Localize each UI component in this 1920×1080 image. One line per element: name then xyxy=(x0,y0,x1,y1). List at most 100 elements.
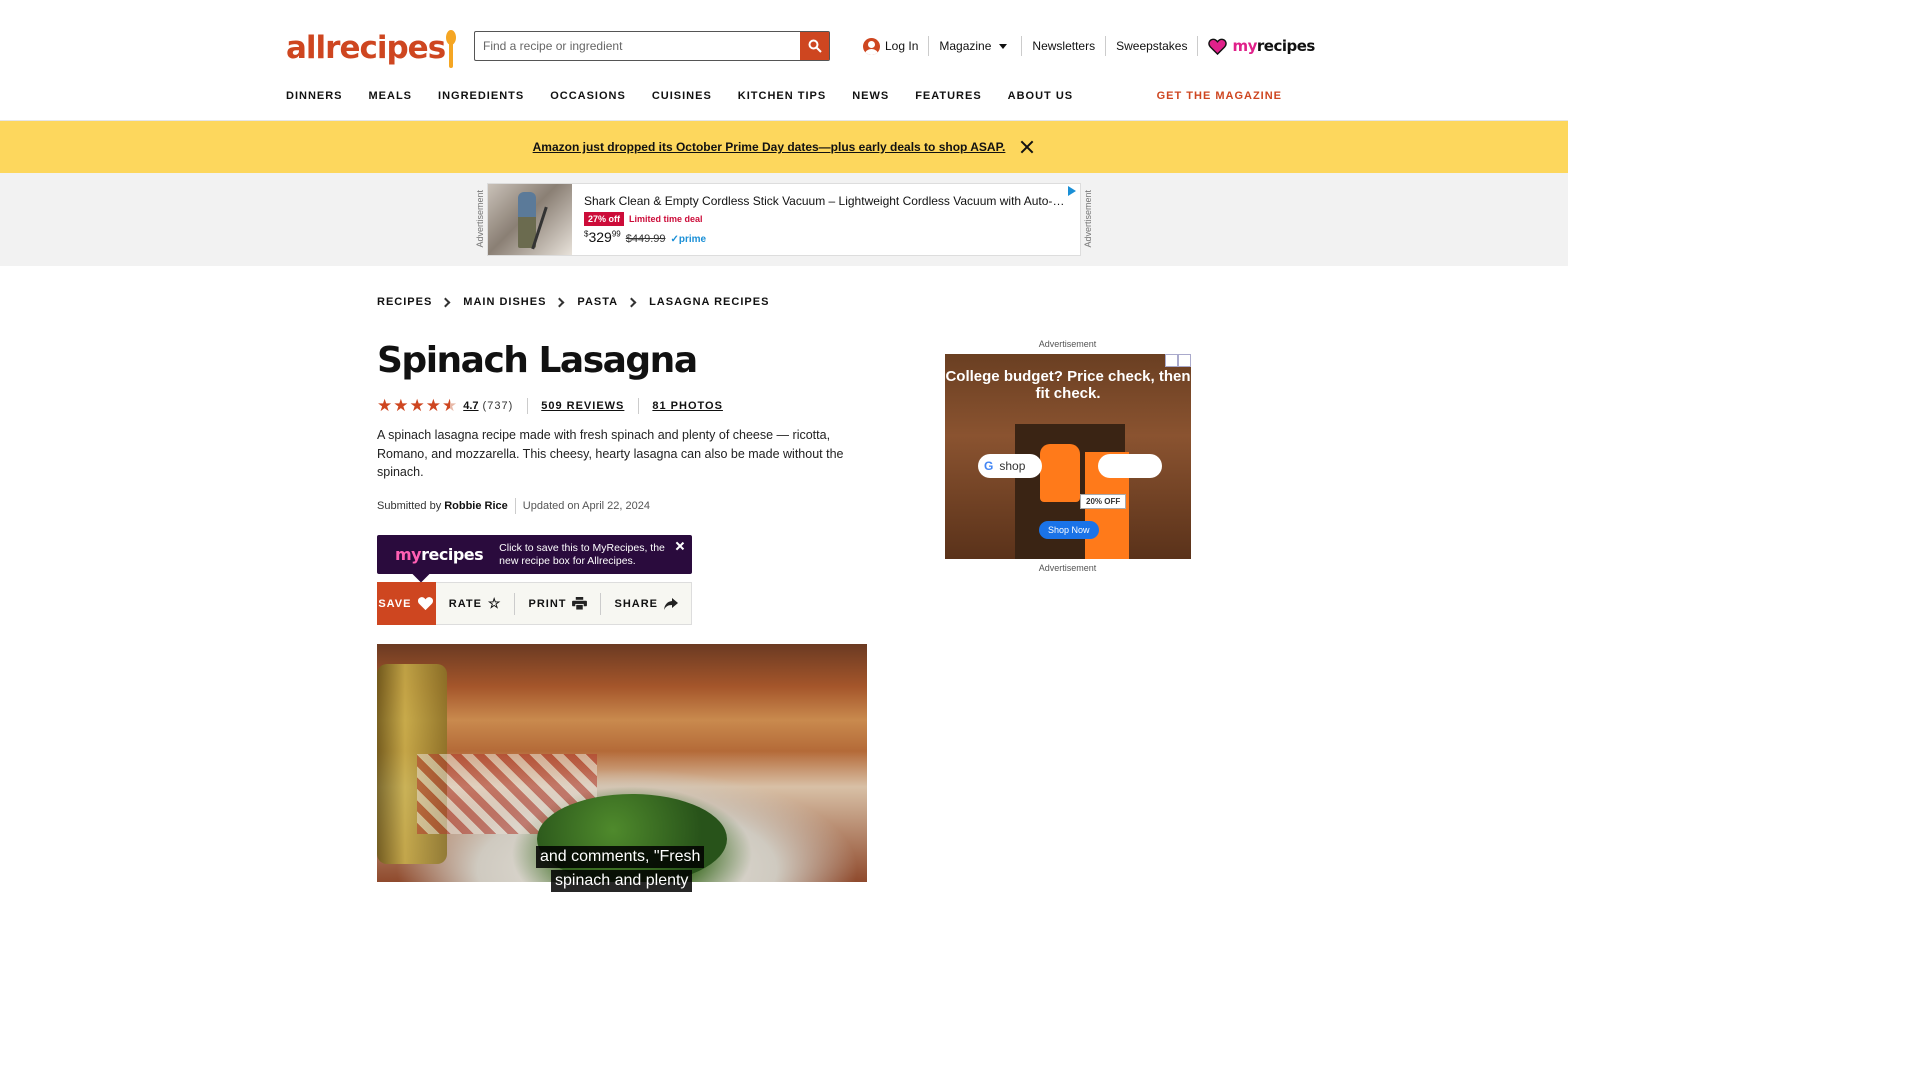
breadcrumb-main-dishes[interactable]: MAIN DISHES xyxy=(463,296,546,308)
nav-cuisines[interactable]: CUISINES xyxy=(652,90,712,102)
newsletters-label: Newsletters xyxy=(1032,39,1096,53)
login-label: Log In xyxy=(885,39,919,53)
photos-link[interactable]: 81 PHOTOS xyxy=(652,400,723,412)
printer-icon xyxy=(572,597,588,610)
author-link[interactable]: Robbie Rice xyxy=(444,500,508,512)
breadcrumb-lasagna-recipes[interactable]: LASAGNA RECIPES xyxy=(649,296,769,308)
sweepstakes-label: Sweepstakes xyxy=(1116,39,1188,53)
heart-icon xyxy=(1208,38,1228,55)
sports-top-image xyxy=(1040,444,1080,502)
close-icon[interactable] xyxy=(675,541,685,551)
magazine-menu[interactable]: Magazine xyxy=(928,36,1017,56)
reviews-link[interactable]: 509 REVIEWS xyxy=(541,400,624,412)
myrecipes-wordmark: myrecipes xyxy=(1232,37,1315,55)
ad-choices-icon[interactable] xyxy=(1068,186,1076,196)
ad-title: Shark Clean & Empty Cordless Stick Vacuu… xyxy=(584,194,1068,208)
get-magazine-link[interactable]: GET THE MAGAZINE xyxy=(1157,90,1282,102)
breadcrumb-pasta[interactable]: PASTA xyxy=(577,296,618,308)
side-ad[interactable]: College budget? Price check, then fit ch… xyxy=(945,354,1191,559)
nav-occasions[interactable]: OCCASIONS xyxy=(550,90,626,102)
breadcrumb: RECIPES MAIN DISHES PASTA LASAGNA RECIPE… xyxy=(377,296,769,308)
lens-pill xyxy=(1098,454,1162,478)
nav-dinners[interactable]: DINNERS xyxy=(286,90,343,102)
logo-text: allrecipes xyxy=(286,30,446,66)
star-icon: ★ xyxy=(377,396,393,415)
share-label: SHARE xyxy=(614,597,658,610)
ad-choices-icon[interactable] xyxy=(1165,354,1191,367)
magazine-label: Magazine xyxy=(939,39,992,53)
ad-price: $32999 $449.99 ✓prime xyxy=(584,229,707,245)
search-button[interactable] xyxy=(800,32,829,60)
recipe-description: A spinach lasagna recipe made with fresh… xyxy=(377,428,844,479)
star-half-icon: ★ xyxy=(442,396,458,415)
chevron-right-icon xyxy=(440,297,451,307)
spoon-icon xyxy=(445,30,457,68)
nav-kitchen-tips[interactable]: KITCHEN TIPS xyxy=(738,90,826,102)
page-title: Spinach Lasagna xyxy=(377,340,698,381)
side-ad-label-bottom: Advertisement xyxy=(1038,563,1097,573)
rate-button[interactable]: RATE ☆ xyxy=(436,593,515,615)
heart-icon xyxy=(418,597,434,611)
ad-deal-label: Limited time deal xyxy=(629,214,703,224)
promo-banner: Amazon just dropped its October Prime Da… xyxy=(0,121,1568,173)
login-link[interactable]: Log In xyxy=(863,36,928,56)
nav-meals[interactable]: MEALS xyxy=(369,90,413,102)
divider xyxy=(638,398,640,414)
search-icon xyxy=(808,39,822,53)
shop-now-button[interactable]: Shop Now xyxy=(1039,521,1099,539)
nav-ingredients[interactable]: INGREDIENTS xyxy=(438,90,524,102)
star-icon: ★ xyxy=(409,396,425,415)
myrecipes-tooltip: myrecipes Click to save this to MyRecipe… xyxy=(377,535,692,574)
video-caption-line-2: spinach and plenty xyxy=(551,870,693,892)
print-button[interactable]: PRINT xyxy=(514,592,600,615)
side-ad-label-top: Advertisement xyxy=(1038,339,1097,349)
sweepstakes-link[interactable]: Sweepstakes xyxy=(1105,36,1197,56)
star-outline-icon: ☆ xyxy=(487,595,502,611)
caret-down-icon xyxy=(999,43,1008,49)
nav-news[interactable]: NEWS xyxy=(852,90,889,102)
banner-link[interactable]: Amazon just dropped its October Prime Da… xyxy=(533,140,1006,154)
newsletters-link[interactable]: Newsletters xyxy=(1021,36,1105,56)
share-button[interactable]: SHARE xyxy=(600,592,691,615)
discount-tag: 20% OFF xyxy=(1080,494,1127,509)
spinach-image xyxy=(537,794,727,882)
breadcrumb-recipes[interactable]: RECIPES xyxy=(377,296,432,308)
ad-label-left: Advertisement xyxy=(475,190,485,248)
updated-date: Updated on April 22, 2024 xyxy=(522,500,650,512)
close-icon[interactable] xyxy=(1019,139,1035,155)
ad-product-image xyxy=(488,184,572,255)
search-input[interactable] xyxy=(475,32,800,60)
chevron-right-icon xyxy=(554,297,565,307)
share-arrow-icon xyxy=(664,597,678,610)
nav-about-us[interactable]: ABOUT US xyxy=(1008,90,1073,102)
save-button[interactable]: SAVE xyxy=(377,582,436,625)
rating-stars[interactable]: ★ ★ ★ ★ ★ xyxy=(377,396,457,416)
google-icon: G xyxy=(984,459,994,473)
top-ad[interactable]: Shark Clean & Empty Cordless Stick Vacuu… xyxy=(487,183,1081,256)
recipe-actions: SAVE RATE ☆ PRINT SHARE xyxy=(377,582,692,625)
byline: Submitted by Robbie Rice Updated on Apri… xyxy=(377,498,650,514)
save-label: SAVE xyxy=(378,597,412,610)
user-icon xyxy=(863,37,880,55)
myrecipes-message: Click to save this to MyRecipes, the new… xyxy=(499,541,665,567)
rate-label: RATE xyxy=(448,597,482,610)
rating-value[interactable]: 4.7 xyxy=(463,400,478,412)
site-header: allrecipes Log In Magazine Newsletters S… xyxy=(0,0,1568,121)
rating-count: (737) xyxy=(482,400,514,412)
divider xyxy=(527,398,529,414)
search-bar xyxy=(474,31,830,61)
side-ad-headline: College budget? Price check, then fit ch… xyxy=(945,368,1191,402)
myrecipes-link[interactable]: myrecipes xyxy=(1197,36,1324,56)
divider xyxy=(514,498,516,514)
allrecipes-logo[interactable]: allrecipes xyxy=(286,24,457,68)
myrecipes-logo: myrecipes xyxy=(395,545,484,564)
star-icon: ★ xyxy=(393,396,409,415)
main-nav: DINNERS MEALS INGREDIENTS OCCASIONS CUIS… xyxy=(286,90,1099,102)
video-caption-line-1: and comments, "Fresh xyxy=(536,846,705,868)
ad-discount-badge: 27% off xyxy=(584,212,625,226)
prime-badge: ✓prime xyxy=(670,234,707,245)
chevron-right-icon xyxy=(626,297,637,307)
nav-features[interactable]: FEATURES xyxy=(915,90,981,102)
rating-row: ★ ★ ★ ★ ★ 4.7 (737) 509 REVIEWS 81 PHOTO… xyxy=(377,396,737,416)
star-icon: ★ xyxy=(425,396,441,415)
